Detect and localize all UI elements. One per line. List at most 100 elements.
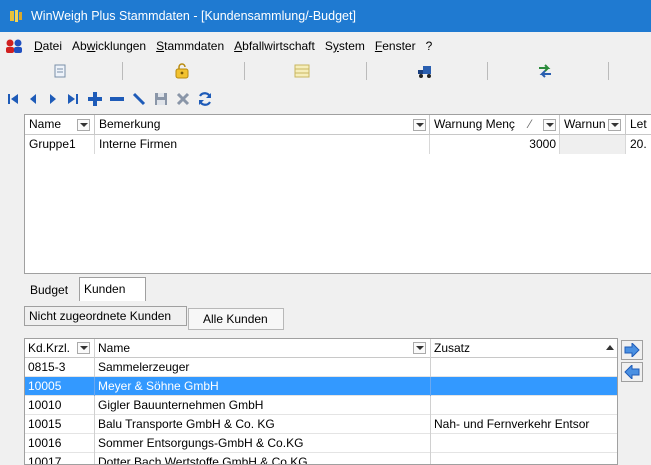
group-grid-header: Name Bemerkung Warnung Menç ⁄ Warnun Let (25, 115, 651, 135)
column-header-bemerkung[interactable]: Bemerkung (95, 115, 430, 135)
customer-grid[interactable]: Kd.Krzl. Name Zusatz 0815-3 Sammelerzeug… (24, 338, 618, 465)
column-dropdown-icon[interactable] (77, 119, 90, 131)
cell-zusatz[interactable]: Nah- und Fernverkehr Entsor (431, 415, 617, 434)
cell-name[interactable]: Gruppe1 (25, 135, 95, 154)
table-row[interactable]: 0815-3 Sammelerzeuger (25, 358, 617, 377)
column-header-name[interactable]: Name (95, 339, 431, 358)
menu-datei[interactable]: Datei (29, 39, 67, 53)
remove-arrow-icon (624, 365, 640, 379)
toolbar-separator (244, 62, 245, 80)
cell-warnung[interactable] (560, 135, 626, 154)
toolbar-separator (122, 62, 123, 80)
column-dropdown-icon[interactable] (543, 119, 556, 131)
cell-zusatz[interactable] (431, 453, 617, 464)
delete-record-icon[interactable] (108, 89, 126, 109)
document-icon[interactable] (48, 60, 72, 82)
mdi-child-icon[interactable] (5, 38, 25, 54)
customer-grid-header: Kd.Krzl. Name Zusatz (25, 339, 617, 358)
table-row[interactable]: 10010 Gigler Bauunternehmen GmbH (25, 396, 617, 415)
cell-warnung-menge[interactable]: 3000 (430, 135, 560, 154)
cell-kdkrzl[interactable]: 10017 (25, 453, 95, 464)
column-header-let[interactable]: Let (626, 115, 651, 135)
window-title: WinWeigh Plus Stammdaten - [Kundensammlu… (31, 9, 356, 23)
column-header-label: Zusatz (434, 341, 471, 355)
truck-scale-icon[interactable] (413, 60, 437, 82)
cell-kdkrzl[interactable]: 10005 (25, 377, 95, 396)
column-header-label: Warnung Menç (434, 117, 515, 131)
column-dropdown-icon[interactable] (608, 119, 621, 131)
toolbar-separator (608, 62, 609, 80)
add-arrow-icon (624, 343, 640, 357)
cancel-record-icon[interactable] (174, 89, 192, 109)
cell-name[interactable]: Balu Transporte GmbH & Co. KG (95, 415, 431, 434)
record-navigator (0, 88, 300, 110)
menu-fenster[interactable]: Fenster (370, 39, 421, 53)
main-toolbar (0, 58, 651, 86)
subtab-nicht-zugeordnete-kunden[interactable]: Nicht zugeordnete Kunden (24, 306, 187, 326)
column-header-label: Name (98, 341, 131, 355)
edit-record-icon[interactable] (130, 89, 148, 109)
column-header-label: Kd.Krzl. (28, 341, 71, 355)
column-header-zusatz[interactable]: Zusatz (431, 339, 617, 358)
cell-name[interactable]: Gigler Bauunternehmen GmbH (95, 396, 431, 415)
table-row[interactable]: Gruppe1 Interne Firmen 3000 20. (25, 135, 651, 154)
menu-system[interactable]: System (320, 39, 370, 53)
table-row[interactable]: 10017 Dotter Bach Wertstoffe GmbH & Co.K… (25, 453, 617, 464)
subtab-alle-kunden[interactable]: Alle Kunden (188, 308, 284, 330)
ledger-icon[interactable] (290, 60, 314, 82)
column-header-label: Name (29, 117, 62, 131)
cell-zusatz[interactable] (431, 396, 617, 415)
app-icon (8, 8, 24, 24)
cell-kdkrzl[interactable]: 10015 (25, 415, 95, 434)
table-row[interactable]: 10015 Balu Transporte GmbH & Co. KG Nah-… (25, 415, 617, 434)
table-row-selected[interactable]: 10005 Meyer & Söhne GmbH (25, 377, 617, 396)
column-dropdown-icon[interactable] (413, 119, 426, 131)
next-record-icon[interactable] (44, 89, 62, 109)
cell-name[interactable]: Dotter Bach Wertstoffe GmbH & Co.KG (95, 453, 431, 464)
column-header-label: Let (630, 117, 647, 131)
remove-from-group-button[interactable] (621, 362, 643, 382)
transfer-icon[interactable] (533, 60, 557, 82)
column-header-label: Warnun (564, 117, 606, 131)
column-dropdown-icon[interactable] (77, 342, 90, 354)
cell-name[interactable]: Meyer & Söhne GmbH (95, 377, 431, 396)
column-header-warnung-menge[interactable]: Warnung Menç ⁄ (430, 115, 560, 135)
toolbar-separator (487, 62, 488, 80)
menu-help[interactable]: ? (421, 39, 438, 53)
menu-abfallwirtschaft[interactable]: Abfallwirtschaft (229, 39, 320, 53)
title-bar: WinWeigh Plus Stammdaten - [Kundensammlu… (0, 0, 651, 32)
column-header-name[interactable]: Name (25, 115, 95, 135)
cell-bemerkung[interactable]: Interne Firmen (95, 135, 430, 154)
unlock-icon[interactable] (170, 60, 194, 82)
cell-zusatz[interactable] (431, 377, 617, 396)
cell-kdkrzl[interactable]: 0815-3 (25, 358, 95, 377)
cell-let[interactable]: 20. (626, 135, 651, 154)
add-to-group-button[interactable] (621, 340, 643, 360)
table-row[interactable]: 10016 Sommer Entsorgungs-GmbH & Co.KG (25, 434, 617, 453)
refresh-icon[interactable] (196, 89, 214, 109)
cell-zusatz[interactable] (431, 358, 617, 377)
cell-kdkrzl[interactable]: 10016 (25, 434, 95, 453)
last-record-icon[interactable] (64, 89, 82, 109)
cell-name[interactable]: Sommer Entsorgungs-GmbH & Co.KG (95, 434, 431, 453)
sort-indicator-icon: ⁄ (529, 117, 532, 131)
toolbar-separator (366, 62, 367, 80)
scroll-up-icon[interactable] (604, 341, 617, 355)
group-grid[interactable]: Name Bemerkung Warnung Menç ⁄ Warnun Let… (24, 114, 651, 274)
column-header-kdkrzl[interactable]: Kd.Krzl. (25, 339, 95, 358)
column-header-warnung[interactable]: Warnun (560, 115, 626, 135)
menu-stammdaten[interactable]: Stammdaten (151, 39, 229, 53)
column-dropdown-icon[interactable] (413, 342, 426, 354)
cell-zusatz[interactable] (431, 434, 617, 453)
column-header-label: Bemerkung (99, 117, 161, 131)
menu-bar: Datei Abwicklungen Stammdaten Abfallwirt… (0, 36, 651, 56)
cell-name[interactable]: Sammelerzeuger (95, 358, 431, 377)
tab-kunden-bearbeiten[interactable]: Kunden bearbeiten (79, 277, 146, 318)
menu-abwicklungen[interactable]: Abwicklungen (67, 39, 151, 53)
tab-budget[interactable]: Budget (26, 279, 72, 301)
cell-kdkrzl[interactable]: 10010 (25, 396, 95, 415)
post-record-icon[interactable] (152, 89, 170, 109)
previous-record-icon[interactable] (24, 89, 42, 109)
first-record-icon[interactable] (4, 89, 22, 109)
insert-record-icon[interactable] (86, 89, 104, 109)
